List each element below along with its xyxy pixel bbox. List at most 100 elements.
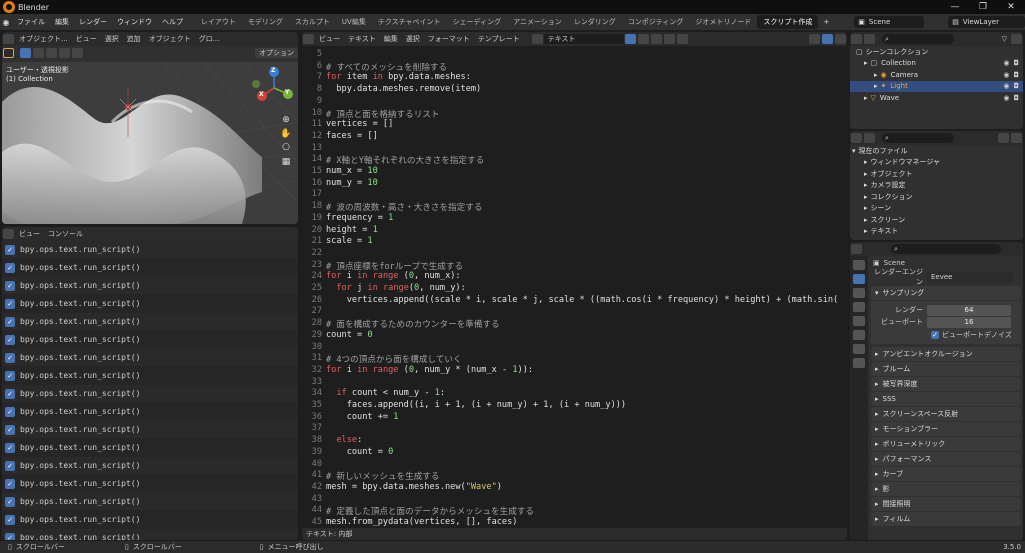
viewport-menu-object[interactable]: オブジェクト	[145, 34, 195, 44]
hand-pan-icon[interactable]: ✋	[280, 129, 291, 139]
properties-panel-header[interactable]: ▸ 間接照明	[871, 497, 1021, 511]
properties-panel-header[interactable]: ▸ アンビエントオクルージョン	[871, 347, 1021, 361]
file-filter-icon[interactable]	[998, 133, 1009, 143]
minimize-button[interactable]: —	[941, 0, 969, 14]
visibility-eye-icon[interactable]: ◉	[1003, 71, 1009, 79]
expand-arrow-icon[interactable]: ▸	[864, 216, 868, 224]
properties-search-input[interactable]: ⌕	[891, 244, 1001, 254]
navigation-gizmo[interactable]: Z Y X	[252, 66, 296, 110]
file-tree-item[interactable]: ▸ オブジェクト	[850, 168, 1023, 180]
expand-arrow-icon[interactable]: ▸	[864, 158, 868, 166]
texture-tab-icon[interactable]	[853, 358, 865, 368]
file-tree-item[interactable]: ▸ スクリーン	[850, 214, 1023, 226]
render-camera-icon[interactable]: ◘	[1013, 71, 1019, 79]
tab-scripting[interactable]: スクリプト作成	[757, 15, 819, 29]
file-tree-item[interactable]: ▸ シーン	[850, 203, 1023, 215]
new-text-icon[interactable]	[637, 34, 649, 44]
text-datablock-icon[interactable]	[531, 34, 543, 44]
tab-geometry-nodes[interactable]: ジオメトリノード	[689, 15, 757, 29]
render-engine-dropdown[interactable]: Eevee	[927, 271, 1013, 283]
properties-panel-header[interactable]: ▸ 影	[871, 482, 1021, 496]
menu-render[interactable]: レンダー	[74, 17, 112, 27]
properties-panel-header[interactable]: ▸ モーションブラー	[871, 422, 1021, 436]
expand-arrow-icon[interactable]: ▸	[864, 59, 868, 67]
outliner[interactable]: ⌕ ▽ ▢ シーンコレクション ▸ ▢ Collection ◉ ◘ ▸ ◉ Camera ◉ ◘…	[850, 32, 1023, 129]
collection-tab-icon[interactable]	[853, 344, 865, 354]
object-mode-dropdown[interactable]: オブジェクト...	[15, 34, 72, 44]
camera-view-icon[interactable]: ⎔	[282, 143, 290, 153]
properties-editor-type-icon[interactable]	[851, 244, 862, 254]
unlink-text-icon[interactable]	[663, 34, 675, 44]
maximize-button[interactable]: ❐	[969, 0, 997, 14]
3d-viewport[interactable]: オブジェクト... ビュー 選択 追加 オブジェクト グロ... オプション ユ…	[2, 32, 298, 224]
world-tab-icon[interactable]	[853, 330, 865, 340]
transform-orientation-dropdown[interactable]: グロ...	[195, 34, 224, 44]
python-console[interactable]: ビュー コンソール ✓ bpy.ops.text.run_script() ✓ bpy…	[2, 227, 298, 540]
file-editor-type-icon[interactable]	[851, 133, 862, 143]
expand-arrow-icon[interactable]: ▸	[864, 181, 868, 189]
menu-window[interactable]: ウィンドウ	[112, 17, 157, 27]
text-menu-format[interactable]: フォーマット	[424, 34, 474, 44]
tab-modeling[interactable]: モデリング	[242, 15, 289, 29]
visibility-eye-icon[interactable]: ◉	[1003, 94, 1009, 102]
file-display-mode-icon[interactable]	[864, 133, 875, 143]
current-file-row[interactable]: ▾ 現在のファイル	[850, 145, 1023, 157]
tool-tab-icon[interactable]	[853, 260, 865, 270]
new-collection-icon[interactable]	[1011, 34, 1022, 44]
properties-panel-header[interactable]: ▸ カーブ	[871, 467, 1021, 481]
expand-arrow-icon[interactable]: ▸	[864, 94, 868, 102]
viewlayer-selector[interactable]: ▤ ViewLayer	[948, 16, 1025, 28]
expand-arrow-icon[interactable]: ▸	[874, 71, 878, 79]
text-menu-text[interactable]: テキスト	[344, 34, 380, 44]
tab-uv-editing[interactable]: UV編集	[336, 15, 372, 29]
properties-panel-header[interactable]: ▸ パフォーマンス	[871, 452, 1021, 466]
properties-panel-header[interactable]: ▸ スクリーンスペース反射	[871, 407, 1021, 421]
blend-file-browser[interactable]: ⌕ ▾ 現在のファイル ▸ ウィンドウマネージャ ▸ オブジェクト ▸ カメラ設定 ▸ コレク…	[850, 131, 1023, 240]
render-tab-icon[interactable]	[853, 274, 865, 284]
code-area[interactable]: 5 6 # すべてのメッシュを削除する 7 for item in bpy.data.m…	[302, 46, 847, 528]
text-menu-edit[interactable]: 編集	[380, 34, 402, 44]
properties-editor[interactable]: ⌕ ▣ Scene レンダーエンジン Eevee ▾ サンプリング レンダー 6…	[850, 242, 1023, 540]
scene-collection-row[interactable]: ▢ シーンコレクション	[850, 46, 1023, 58]
open-text-icon[interactable]	[650, 34, 662, 44]
text-menu-view[interactable]: ビュー	[315, 34, 344, 44]
properties-panel-header[interactable]: ▸ SSS	[871, 392, 1021, 406]
tab-texture-paint[interactable]: テクスチャペイント	[372, 15, 447, 29]
zoom-icon[interactable]: ⊕	[282, 115, 290, 125]
scene-selector[interactable]: ▣ Scene	[854, 16, 925, 28]
menu-help[interactable]: ヘルプ	[157, 17, 188, 27]
console-menu-console[interactable]: コンソール	[44, 229, 87, 239]
grid-toggle-icon[interactable]: ▦	[282, 157, 291, 167]
menu-edit[interactable]: 編集	[50, 17, 74, 27]
file-tree-item[interactable]: ▸ カメラ設定	[850, 180, 1023, 192]
blender-menu-icon[interactable]: ◉	[0, 18, 12, 27]
select-mode-new-icon[interactable]	[20, 48, 31, 58]
select-mode-extend-icon[interactable]	[33, 48, 44, 58]
outliner-item[interactable]: ▸ ◉ Camera ◉ ◘	[850, 69, 1023, 81]
tab-compositing[interactable]: コンポジティング	[622, 15, 690, 29]
viewport-samples-field[interactable]: 16	[927, 316, 1011, 328]
expand-arrow-icon[interactable]: ▸	[864, 204, 868, 212]
render-samples-field[interactable]: 64	[927, 304, 1011, 316]
tab-rendering[interactable]: レンダリング	[568, 15, 622, 29]
outliner-item[interactable]: ▸ ▽ Wave ◉ ◘	[850, 92, 1023, 104]
sampling-panel-header[interactable]: ▾ サンプリング	[871, 286, 1021, 300]
select-mode-invert-icon[interactable]	[59, 48, 70, 58]
scene-tab-icon[interactable]	[853, 316, 865, 326]
text-menu-select[interactable]: 選択	[402, 34, 424, 44]
select-mode-subtract-icon[interactable]	[46, 48, 57, 58]
text-editor-type-icon[interactable]	[303, 34, 314, 44]
close-button[interactable]: ✕	[997, 0, 1025, 14]
file-search-input[interactable]: ⌕	[882, 133, 954, 143]
filter-icon[interactable]: ▽	[1002, 35, 1007, 43]
console-editor-type-icon[interactable]	[3, 229, 14, 239]
line-numbers-toggle-icon[interactable]	[809, 34, 820, 44]
menu-file[interactable]: ファイル	[12, 17, 50, 27]
select-mode-intersect-icon[interactable]	[72, 48, 83, 58]
file-tree-item[interactable]: ▸ ウィンドウマネージャ	[850, 157, 1023, 169]
properties-panel-header[interactable]: ▸ ボリューメトリック	[871, 437, 1021, 451]
render-camera-icon[interactable]: ◘	[1013, 59, 1019, 67]
console-menu-view[interactable]: ビュー	[15, 229, 44, 239]
run-script-icon[interactable]	[676, 34, 688, 44]
properties-panel-header[interactable]: ▸ ブルーム	[871, 362, 1021, 376]
